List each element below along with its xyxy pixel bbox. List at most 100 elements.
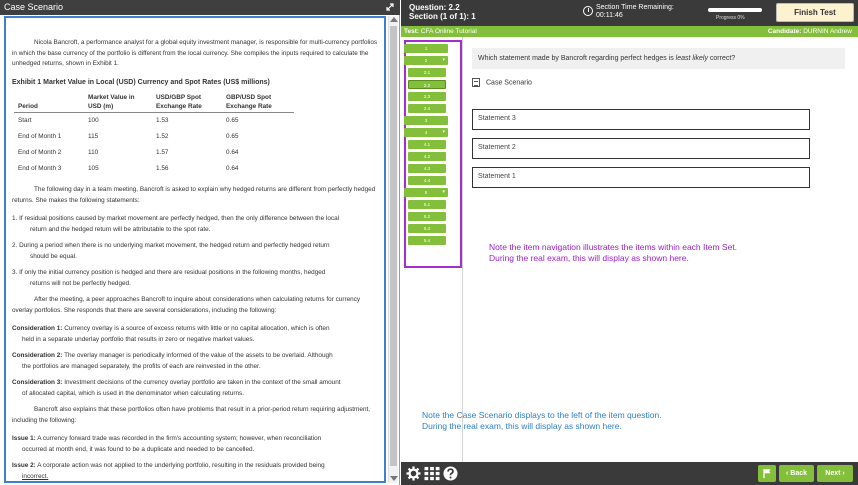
expand-caret-icon: ▾	[442, 129, 445, 135]
progress-label: Progress 0%	[716, 15, 745, 21]
nav-item-label: 5	[424, 190, 428, 195]
nav-item-label: 3	[424, 118, 428, 123]
consideration-label: Consideration 2:	[12, 352, 63, 359]
table-cell: 0.64	[226, 149, 239, 156]
exhibit-title: Exhibit 1 Market Value in Local (USD) Cu…	[12, 78, 270, 86]
scroll-down-icon[interactable]	[390, 476, 398, 481]
exhibit-header-gbp-usd: GBP/USD Spot Exchange Rate	[222, 92, 294, 113]
case-scenario-link[interactable]: Case Scenario	[472, 78, 532, 87]
case-scenario-title-bar: Case Scenario	[0, 0, 400, 15]
nav-item-5-3[interactable]: 5.3	[408, 224, 446, 233]
nav-item-2-2[interactable]: 2.2	[408, 80, 446, 89]
exhibit-header-market-value: Market Value in USD (m)	[84, 92, 152, 113]
nav-item-label: 5.4	[423, 238, 431, 243]
exhibit-table: Period Market Value in USD (m) USD/GBP S…	[14, 92, 294, 177]
question-area: Which statement made by Bancroft regardi…	[422, 37, 858, 462]
nav-item-4-2[interactable]: 4.2	[408, 152, 446, 161]
next-button-label: Next	[825, 470, 841, 477]
exhibit-header-usd-gbp: USD/GBP Spot Exchange Rate	[152, 92, 222, 113]
table-cell: 0.65	[226, 133, 239, 140]
nav-item-5-4[interactable]: 5.4	[408, 236, 446, 245]
scroll-up-icon[interactable]	[390, 17, 398, 22]
case-scenario-note: Note the Case Scenario displays to the l…	[422, 410, 722, 432]
finish-test-button[interactable]: Finish Test	[776, 3, 854, 22]
nav-item-1[interactable]: 1	[404, 44, 448, 53]
case-scenario-pane: Case Scenario Nicola Bancroft, a perform…	[0, 0, 400, 485]
item-navigation: 1 2 ▾ 2.1 2.2 2.3 2.4 3 4 ▾ 4.1 4.2 4.3 4.…	[401, 37, 463, 462]
nav-item-2-3[interactable]: 2.3	[408, 92, 446, 101]
nav-item-2[interactable]: 2 ▾	[404, 56, 448, 65]
test-prefix: Test:	[404, 28, 420, 35]
nav-item-4-3[interactable]: 4.3	[408, 164, 446, 173]
table-cell: 1.52	[156, 133, 169, 140]
consideration-text: Investment decisions of the currency ove…	[64, 379, 341, 386]
time-remaining-value: 00:11:46	[596, 12, 623, 19]
test-info: Test: CFA Online Tutorial	[404, 26, 477, 37]
nav-item-label: 5.3	[423, 226, 431, 231]
candidate-info: Candidate: DURNIN Andrew	[768, 26, 852, 37]
case-scenario-content: Nicola Bancroft, a performance analyst f…	[4, 16, 386, 483]
nav-item-5-1[interactable]: 5.1	[408, 200, 446, 209]
next-button[interactable]: Next ›	[817, 465, 853, 482]
expand-icon[interactable]	[385, 2, 395, 12]
nav-item-2-1[interactable]: 2.1	[408, 68, 446, 77]
section-info: Section (1 of 1): 1	[409, 12, 476, 21]
question-text-pre: Which statement made by Bancroft regardi…	[478, 55, 676, 62]
consideration-text: Currency overlay is a source of excess r…	[64, 325, 330, 332]
consideration-text-cont: held in a separate underlay portfolio th…	[22, 335, 255, 343]
issue-label: Issue 2:	[12, 462, 36, 469]
nav-item-label: 4.1	[423, 142, 431, 147]
statement-text-cont: returns will not be perfectly hedged.	[30, 279, 131, 287]
case-scenario-link-label: Case Scenario	[486, 79, 532, 87]
issue-text: A corporate action was not applied to th…	[37, 462, 325, 469]
overlay-paragraph: After the meeting, a peer approaches Ban…	[12, 296, 361, 314]
statement-text: During a period when there is no underly…	[19, 242, 330, 249]
table-cell: Start	[18, 117, 32, 124]
nav-item-label: 2.4	[423, 106, 431, 111]
statement-text-cont: should be equal.	[30, 252, 77, 260]
nav-item-4-4[interactable]: 4.4	[408, 176, 446, 185]
scenario-scrollbar[interactable]	[388, 16, 398, 483]
nav-item-label: 4.4	[423, 178, 431, 183]
table-row: End of Month 3 105 1.56 0.64	[14, 161, 294, 177]
nav-item-4-1[interactable]: 4.1	[408, 140, 446, 149]
help-icon[interactable]	[443, 466, 458, 481]
answer-option-b[interactable]: Statement 2	[472, 138, 810, 159]
case-scenario-note-line2: During the real exam, this will display …	[422, 421, 622, 431]
nav-item-4[interactable]: 4 ▾	[404, 128, 448, 137]
table-cell: End of Month 3	[18, 165, 62, 172]
intro-paragraph: Nicola Bancroft, a performance analyst f…	[12, 39, 378, 67]
document-icon	[472, 78, 480, 87]
navigation-note-line2: During the real exam, this will display …	[489, 253, 689, 263]
answer-option-label: Statement 3	[478, 115, 516, 122]
nav-item-5-2[interactable]: 5.2	[408, 212, 446, 221]
nav-item-label: 1	[424, 46, 428, 51]
test-info-bar: Test: CFA Online Tutorial Candidate: DUR…	[401, 26, 858, 37]
test-name: CFA Online Tutorial	[419, 28, 477, 35]
back-button[interactable]: ‹ Back	[779, 465, 814, 482]
answer-option-label: Statement 1	[478, 173, 516, 180]
nav-item-label: 4.3	[423, 166, 431, 171]
nav-item-5[interactable]: 5 ▾	[404, 188, 448, 197]
gear-icon[interactable]	[406, 466, 421, 481]
exhibit-header-row: Period Market Value in USD (m) USD/GBP S…	[14, 92, 294, 113]
nav-item-label: 2.1	[423, 70, 431, 75]
progress-bar	[708, 8, 762, 12]
table-row: Start 100 1.53 0.65	[14, 113, 294, 130]
table-cell: 1.56	[156, 165, 169, 172]
question-number: Question: 2.2	[409, 3, 460, 12]
nav-item-label: 4	[424, 130, 428, 135]
nav-item-2-4[interactable]: 2.4	[408, 104, 446, 113]
flag-button[interactable]	[758, 465, 776, 482]
scroll-thumb[interactable]	[390, 26, 397, 466]
answer-option-c[interactable]: Statement 1	[472, 167, 810, 188]
grid-icon[interactable]	[424, 466, 440, 481]
answer-option-a[interactable]: Statement 3	[472, 109, 810, 130]
exam-window: Case Scenario Nicola Bancroft, a perform…	[0, 0, 858, 485]
table-cell: 100	[88, 117, 99, 124]
candidate-name: DURNIN Andrew	[801, 28, 852, 35]
statement-number: 3.	[12, 269, 18, 276]
nav-item-3[interactable]: 3	[404, 116, 448, 125]
exam-footer: ‹ Back Next ›	[401, 462, 858, 485]
consideration-text: The overlay manager is periodically info…	[64, 352, 333, 359]
